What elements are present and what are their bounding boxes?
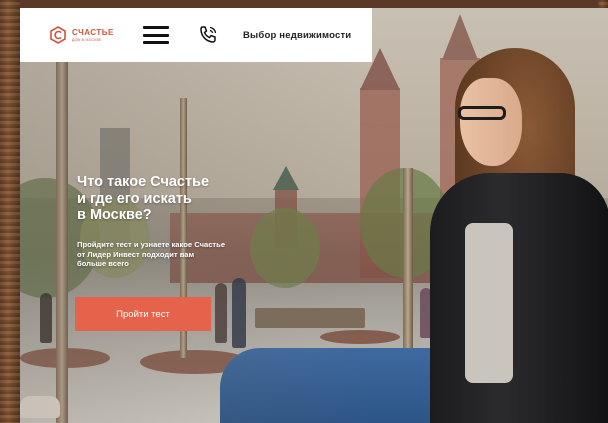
- phone-icon[interactable]: [197, 24, 219, 46]
- hero-subtitle-line: от Лидер Инвест подходит вам: [77, 249, 195, 259]
- logo-title: СЧАСТЬЕ: [72, 28, 114, 37]
- wood-frame-left: [0, 0, 20, 423]
- hero-title: Что такое Счастье и где его искать в Мос…: [77, 174, 247, 224]
- hero-title-line: Что такое Счастье: [77, 174, 210, 190]
- hero-subtitle-line: Пройдите тест и узнаете какое Счастье: [77, 240, 226, 249]
- logo-subtitle: ДОМ В МОСКВЕ: [72, 38, 102, 42]
- hero-subtitle: Пройдите тест и узнаете какое Счастье от…: [77, 240, 297, 269]
- hero-subtitle-line: больше всего: [77, 259, 129, 268]
- take-test-button[interactable]: Пройти тест: [75, 297, 211, 331]
- hero-title-line: и где его искать: [77, 190, 192, 207]
- hamburger-icon[interactable]: [143, 26, 169, 44]
- choose-property-link[interactable]: Выбор недвижимости: [243, 30, 351, 41]
- site-header: СЧАСТЬЕ ДОМ В МОСКВЕ Выбор недвижимости: [20, 8, 372, 62]
- site-logo[interactable]: СЧАСТЬЕ ДОМ В МОСКВЕ: [48, 25, 126, 45]
- logo-mark-icon: [48, 25, 68, 45]
- woman-photo: [430, 48, 608, 423]
- hero-title-line: в Москве?: [77, 207, 152, 223]
- landing-page: СЧАСТЬЕ ДОМ В МОСКВЕ Выбор недвижимости …: [20, 8, 608, 423]
